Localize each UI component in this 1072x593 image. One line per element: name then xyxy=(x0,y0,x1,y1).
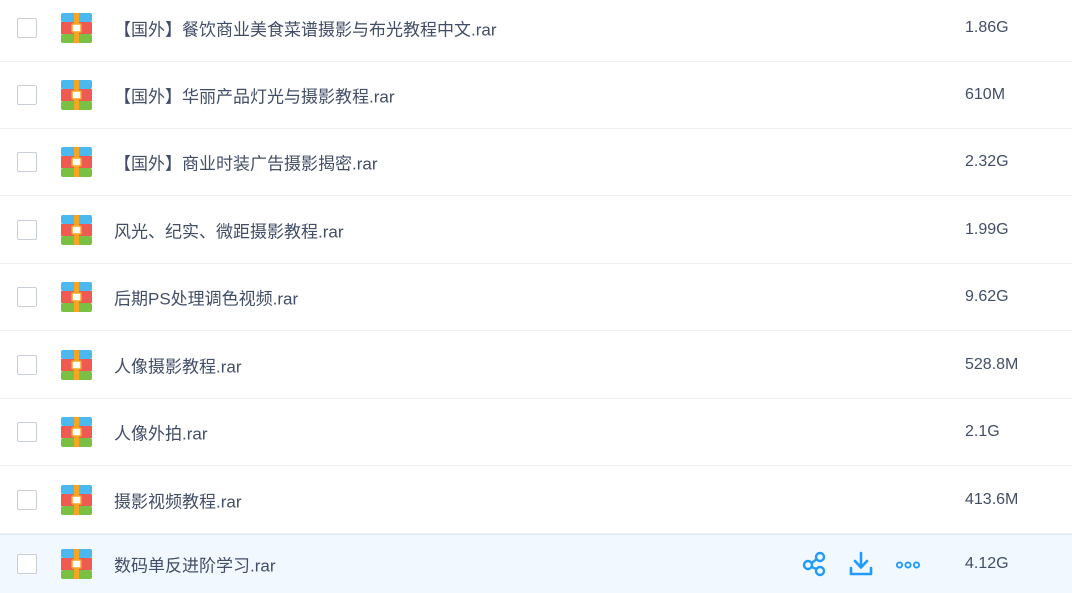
file-row[interactable]: 后期PS处理调色视频.rar 9.62G xyxy=(0,264,1072,331)
rar-archive-icon xyxy=(61,549,92,579)
file-name[interactable]: 人像摄影教程.rar xyxy=(114,353,242,378)
file-size: 1.86G xyxy=(965,19,1009,36)
row-checkbox[interactable] xyxy=(17,554,37,574)
file-size: 4.12G xyxy=(965,555,1009,572)
rar-archive-icon xyxy=(61,282,92,312)
row-checkbox[interactable] xyxy=(17,355,37,375)
file-row[interactable]: 人像摄影教程.rar 528.8M xyxy=(0,332,1072,399)
file-size: 2.1G xyxy=(965,423,1000,440)
file-name[interactable]: 【国外】商业时装广告摄影揭密.rar xyxy=(114,150,378,175)
file-row[interactable]: 人像外拍.rar 2.1G xyxy=(0,399,1072,466)
file-row[interactable]: 【国外】商业时装广告摄影揭密.rar 2.32G xyxy=(0,129,1072,196)
download-button[interactable] xyxy=(847,550,875,578)
file-row[interactable]: 【国外】华丽产品灯光与摄影教程.rar 610M xyxy=(0,62,1072,129)
rar-archive-icon xyxy=(61,215,92,245)
row-checkbox[interactable] xyxy=(17,85,37,105)
rar-archive-icon xyxy=(61,80,92,110)
file-name[interactable]: 【国外】华丽产品灯光与摄影教程.rar xyxy=(114,83,395,108)
rar-archive-icon xyxy=(61,485,92,515)
file-row[interactable]: 数码单反进阶学习.rar 4.12G xyxy=(0,534,1072,593)
file-name[interactable]: 风光、纪实、微距摄影教程.rar xyxy=(114,218,344,243)
file-row[interactable]: 风光、纪实、微距摄影教程.rar 1.99G xyxy=(0,197,1072,264)
file-name[interactable]: 人像外拍.rar xyxy=(114,420,208,445)
file-name[interactable]: 摄影视频教程.rar xyxy=(114,488,242,513)
rar-archive-icon xyxy=(61,13,92,43)
file-row[interactable]: 【国外】餐饮商业美食菜谱摄影与布光教程中文.rar 1.86G xyxy=(0,0,1072,62)
row-actions xyxy=(800,550,922,578)
file-size: 610M xyxy=(965,86,1006,103)
file-size: 1.99G xyxy=(965,221,1009,238)
rar-archive-icon xyxy=(61,417,92,447)
row-checkbox[interactable] xyxy=(17,18,37,38)
row-checkbox[interactable] xyxy=(17,220,37,240)
rar-archive-icon xyxy=(61,350,92,380)
more-button[interactable] xyxy=(894,550,922,578)
download-icon xyxy=(849,551,873,576)
file-size: 9.62G xyxy=(965,288,1009,305)
share-button[interactable] xyxy=(800,550,828,578)
file-size: 413.6M xyxy=(965,491,1019,508)
file-name[interactable]: 数码单反进阶学习.rar xyxy=(114,552,276,577)
row-checkbox[interactable] xyxy=(17,422,37,442)
share-icon xyxy=(802,551,826,577)
file-size: 2.32G xyxy=(965,153,1009,170)
file-name[interactable]: 【国外】餐饮商业美食菜谱摄影与布光教程中文.rar xyxy=(114,16,497,41)
rar-archive-icon xyxy=(61,147,92,177)
file-size: 528.8M xyxy=(965,356,1019,373)
row-checkbox[interactable] xyxy=(17,152,37,172)
file-list: 【国外】餐饮商业美食菜谱摄影与布光教程中文.rar 1.86G 【国外】华丽产品… xyxy=(0,0,1072,593)
row-checkbox[interactable] xyxy=(17,490,37,510)
more-icon xyxy=(895,561,921,569)
file-name[interactable]: 后期PS处理调色视频.rar xyxy=(114,285,298,310)
row-checkbox[interactable] xyxy=(17,287,37,307)
file-row[interactable]: 摄影视频教程.rar 413.6M xyxy=(0,467,1072,534)
